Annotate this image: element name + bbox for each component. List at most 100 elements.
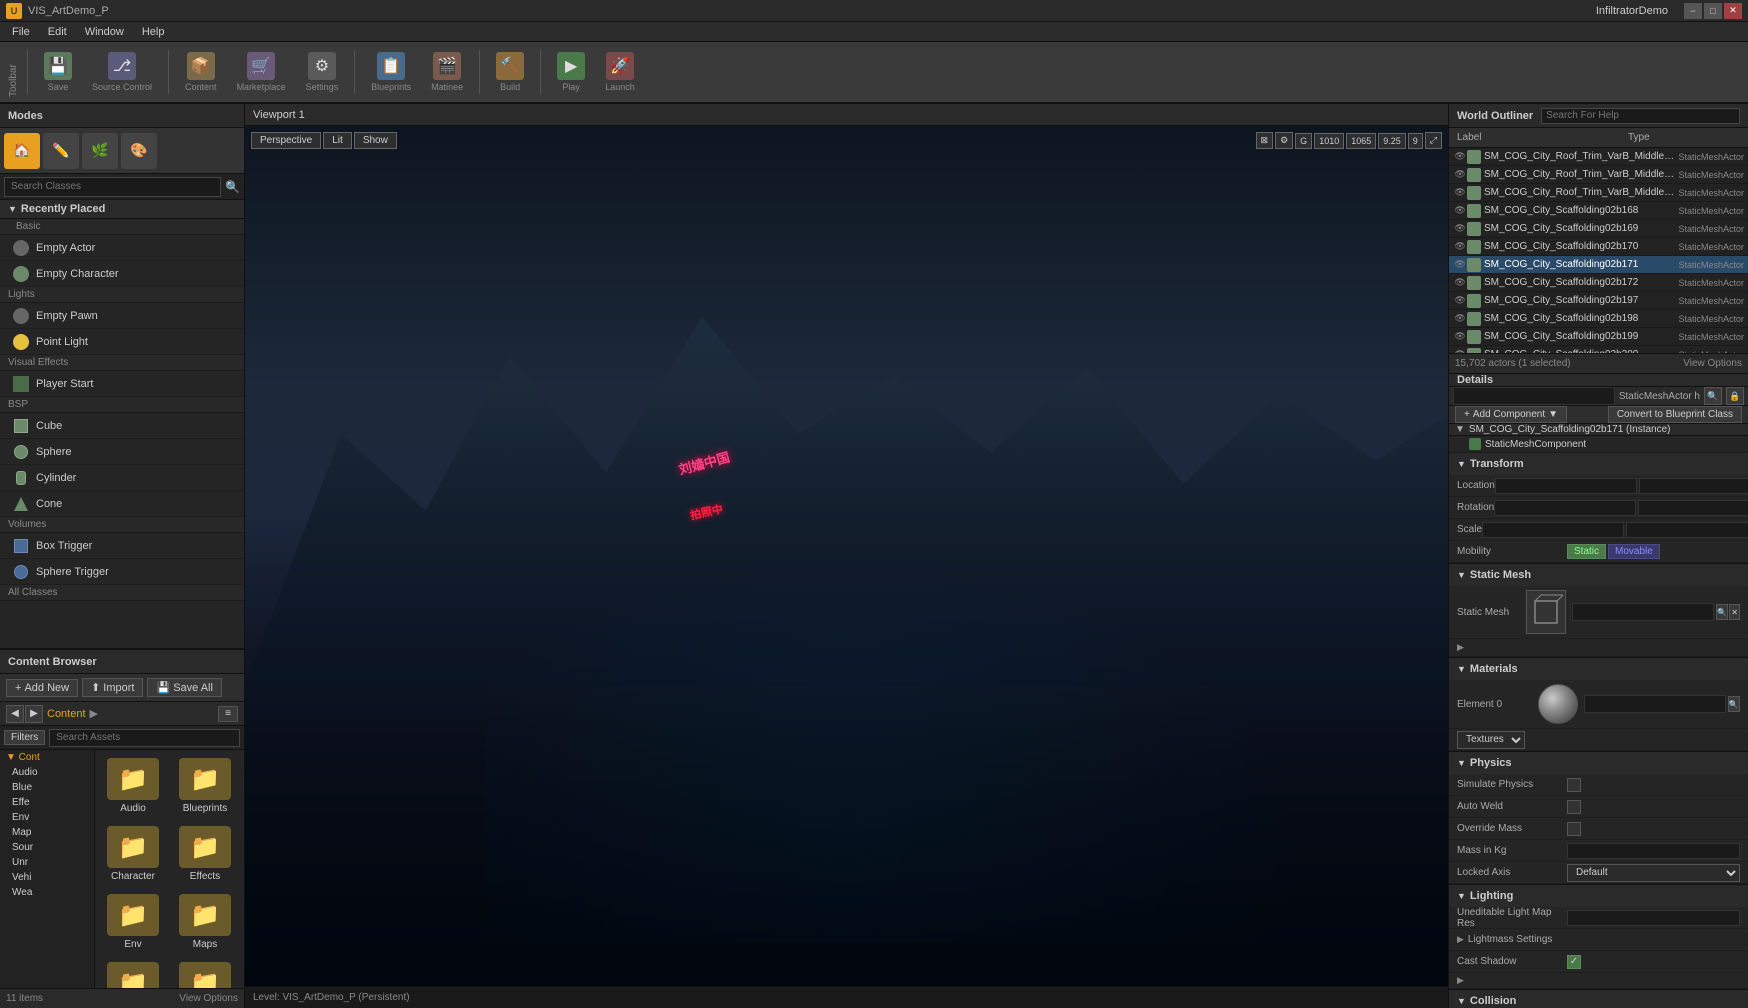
cb-tree-blueprints[interactable]: Blue [0, 780, 94, 795]
wo-item-2[interactable]: 👁 SM_COG_City_Roof_Trim_VarB_Middle457 S… [1449, 184, 1748, 202]
wo-view-options-button[interactable]: View Options [1683, 358, 1742, 369]
material-value-input[interactable]: M_Infilt_Metal_Base_Dark... [1584, 695, 1726, 713]
cb-tree-effects[interactable]: Effe [0, 795, 94, 810]
wo-item-10[interactable]: 👁 SM_COG_City_Scaffolding02b199 StaticMe… [1449, 328, 1748, 346]
mesh-find-button[interactable]: 🔍 [1716, 604, 1728, 620]
folder-blueprints[interactable]: 📁 Blueprints [171, 754, 239, 818]
import-button[interactable]: ⬆ Import [82, 678, 143, 697]
wo-item-7[interactable]: 👁 SM_COG_City_Scaffolding02b172 StaticMe… [1449, 274, 1748, 292]
location-x-input[interactable]: 46175.95703 [1495, 478, 1637, 494]
material-find-button[interactable]: 🔍 [1728, 696, 1740, 712]
cylinder-item[interactable]: Cylinder + [0, 465, 244, 491]
show-button[interactable]: Show [354, 132, 397, 149]
cb-tree-unreal[interactable]: Unr [0, 855, 94, 870]
close-button[interactable]: ✕ [1724, 3, 1742, 19]
matinee-button[interactable]: 🎬 Matinee [423, 48, 471, 96]
save-button[interactable]: 💾 Save [36, 48, 80, 96]
add-new-button[interactable]: + Add New [6, 679, 78, 697]
lightmass-row[interactable]: ▶ Lightmass Settings [1449, 929, 1748, 951]
menu-help[interactable]: Help [134, 24, 173, 40]
sphere-item[interactable]: Sphere + [0, 439, 244, 465]
dp-instance-row[interactable]: ▼ SM_COG_City_Scaffolding02b171 (Instanc… [1449, 424, 1748, 436]
recently-placed-header[interactable]: ▼ Recently Placed [0, 200, 244, 219]
build-button[interactable]: 🔨 Build [488, 48, 532, 96]
source-control-button[interactable]: ⎇ Source Control [84, 48, 160, 96]
auto-weld-checkbox[interactable] [1567, 800, 1581, 814]
mode-placement-icon[interactable]: 🏠 [4, 133, 40, 169]
mass-input[interactable] [1567, 843, 1740, 859]
lighting-expand-row[interactable]: ▶ [1449, 973, 1748, 989]
materials-section-header[interactable]: ▼ Materials [1449, 658, 1748, 680]
cb-tree-env[interactable]: Env [0, 810, 94, 825]
empty-actor-item[interactable]: Empty Actor + [0, 235, 244, 261]
lighting-section-header[interactable]: ▼ Lighting [1449, 885, 1748, 907]
wo-item-0[interactable]: 👁 SM_COG_City_Roof_Trim_VarB_Middle419 S… [1449, 148, 1748, 166]
cube-item[interactable]: Cube + [0, 413, 244, 439]
cb-back-button[interactable]: ◀ [6, 705, 24, 723]
folder-env[interactable]: 📁 Env [99, 890, 167, 954]
point-light-item[interactable]: Point Light + [0, 329, 244, 355]
cb-options-button[interactable]: ≡ [218, 706, 238, 722]
cb-tree-cont[interactable]: ▼ Cont [0, 750, 94, 765]
marketplace-button[interactable]: 🛒 Marketplace [229, 48, 294, 96]
minimize-button[interactable]: − [1684, 3, 1702, 19]
dp-actor-name-input[interactable]: SM_COG_City_Scaffolding02b171 [1453, 387, 1615, 405]
menu-file[interactable]: File [4, 24, 38, 40]
vp-ctrl-2[interactable]: ⚙ [1275, 132, 1293, 149]
static-mesh-value-input[interactable]: sM_Infilt_City_Scaffoldig02... [1572, 603, 1714, 621]
folder-effects[interactable]: 📁 Effects [171, 822, 239, 886]
mesh-expand-row[interactable]: ▶ [1449, 639, 1748, 657]
override-mass-checkbox[interactable] [1567, 822, 1581, 836]
filters-button[interactable]: Filters [4, 730, 45, 745]
vp-ctrl-1[interactable]: ⊠ [1256, 132, 1274, 149]
mode-landscape-icon[interactable]: 🌿 [82, 133, 118, 169]
folder-sounds[interactable]: 📁 Sounds [99, 958, 167, 988]
folder-character[interactable]: 📁 Character [99, 822, 167, 886]
settings-button[interactable]: ⚙ Settings [298, 48, 347, 96]
transform-section-header[interactable]: ▼ Transform [1449, 453, 1748, 475]
location-y-input[interactable]: 4059.464355 [1639, 478, 1748, 494]
empty-character-item[interactable]: Empty Character + [0, 261, 244, 287]
mesh-clear-button[interactable]: ✕ [1729, 604, 1740, 620]
player-start-item[interactable]: Player Start + [0, 371, 244, 397]
volumes-section-header[interactable]: Volumes [0, 517, 244, 533]
wo-item-8[interactable]: 👁 SM_COG_City_Scaffolding02b197 StaticMe… [1449, 292, 1748, 310]
basic-section-header[interactable]: Basic [0, 219, 244, 235]
vp-ctrl-3[interactable]: G [1295, 133, 1312, 149]
box-trigger-item[interactable]: Box Trigger + [0, 533, 244, 559]
wo-item-4[interactable]: 👁 SM_COG_City_Scaffolding02b169 StaticMe… [1449, 220, 1748, 238]
scale-x-input[interactable]: 2.0 [1482, 522, 1624, 538]
rotation-y-input[interactable]: 0.0 [1638, 500, 1748, 516]
wo-search-input[interactable] [1541, 108, 1740, 124]
component-tree-item-0[interactable]: StaticMeshComponent [1449, 436, 1748, 453]
wo-item-9[interactable]: 👁 SM_COG_City_Scaffolding02b198 StaticMe… [1449, 310, 1748, 328]
cb-tree-audio[interactable]: Audio [0, 765, 94, 780]
dp-search-button[interactable]: 🔍 [1704, 387, 1722, 405]
physics-section-header[interactable]: ▼ Physics [1449, 752, 1748, 774]
mode-paint-icon[interactable]: ✏️ [43, 133, 79, 169]
content-button[interactable]: 📦 Content [177, 48, 225, 96]
mode-foliage-icon[interactable]: 🎨 [121, 133, 157, 169]
scale-y-input[interactable]: 2.0 [1626, 522, 1748, 538]
search-classes-input[interactable] [4, 177, 221, 197]
save-all-button[interactable]: 💾 Save All [147, 678, 221, 697]
cb-forward-button[interactable]: ▶ [25, 705, 43, 723]
wo-item-3[interactable]: 👁 SM_COG_City_Scaffolding02b168 StaticMe… [1449, 202, 1748, 220]
static-mesh-section-header[interactable]: ▼ Static Mesh [1449, 564, 1748, 586]
lit-button[interactable]: Lit [323, 132, 352, 149]
cb-view-options-button[interactable]: View Options [179, 993, 238, 1004]
static-button[interactable]: Static [1567, 544, 1606, 559]
visual-effects-header[interactable]: Visual Effects [0, 355, 244, 371]
textures-select[interactable]: Textures [1457, 731, 1525, 749]
rotation-x-input[interactable]: 0.0 [1494, 500, 1636, 516]
wo-item-6[interactable]: 👁 SM_COG_City_Scaffolding02b171 StaticMe… [1449, 256, 1748, 274]
folder-maps[interactable]: 📁 Maps [171, 890, 239, 954]
wo-item-11[interactable]: 👁 SM_COG_City_Scaffolding02b200 StaticMe… [1449, 346, 1748, 353]
folder-unsorted[interactable]: 📁 Unsorted [171, 958, 239, 988]
cb-tree-vehicles[interactable]: Vehi [0, 870, 94, 885]
add-component-button[interactable]: + Add Component ▼ [1455, 406, 1567, 423]
all-classes-header[interactable]: All Classes [0, 585, 244, 601]
cone-item[interactable]: Cone + [0, 491, 244, 517]
folder-audio[interactable]: 📁 Audio [99, 754, 167, 818]
menu-window[interactable]: Window [77, 24, 132, 40]
